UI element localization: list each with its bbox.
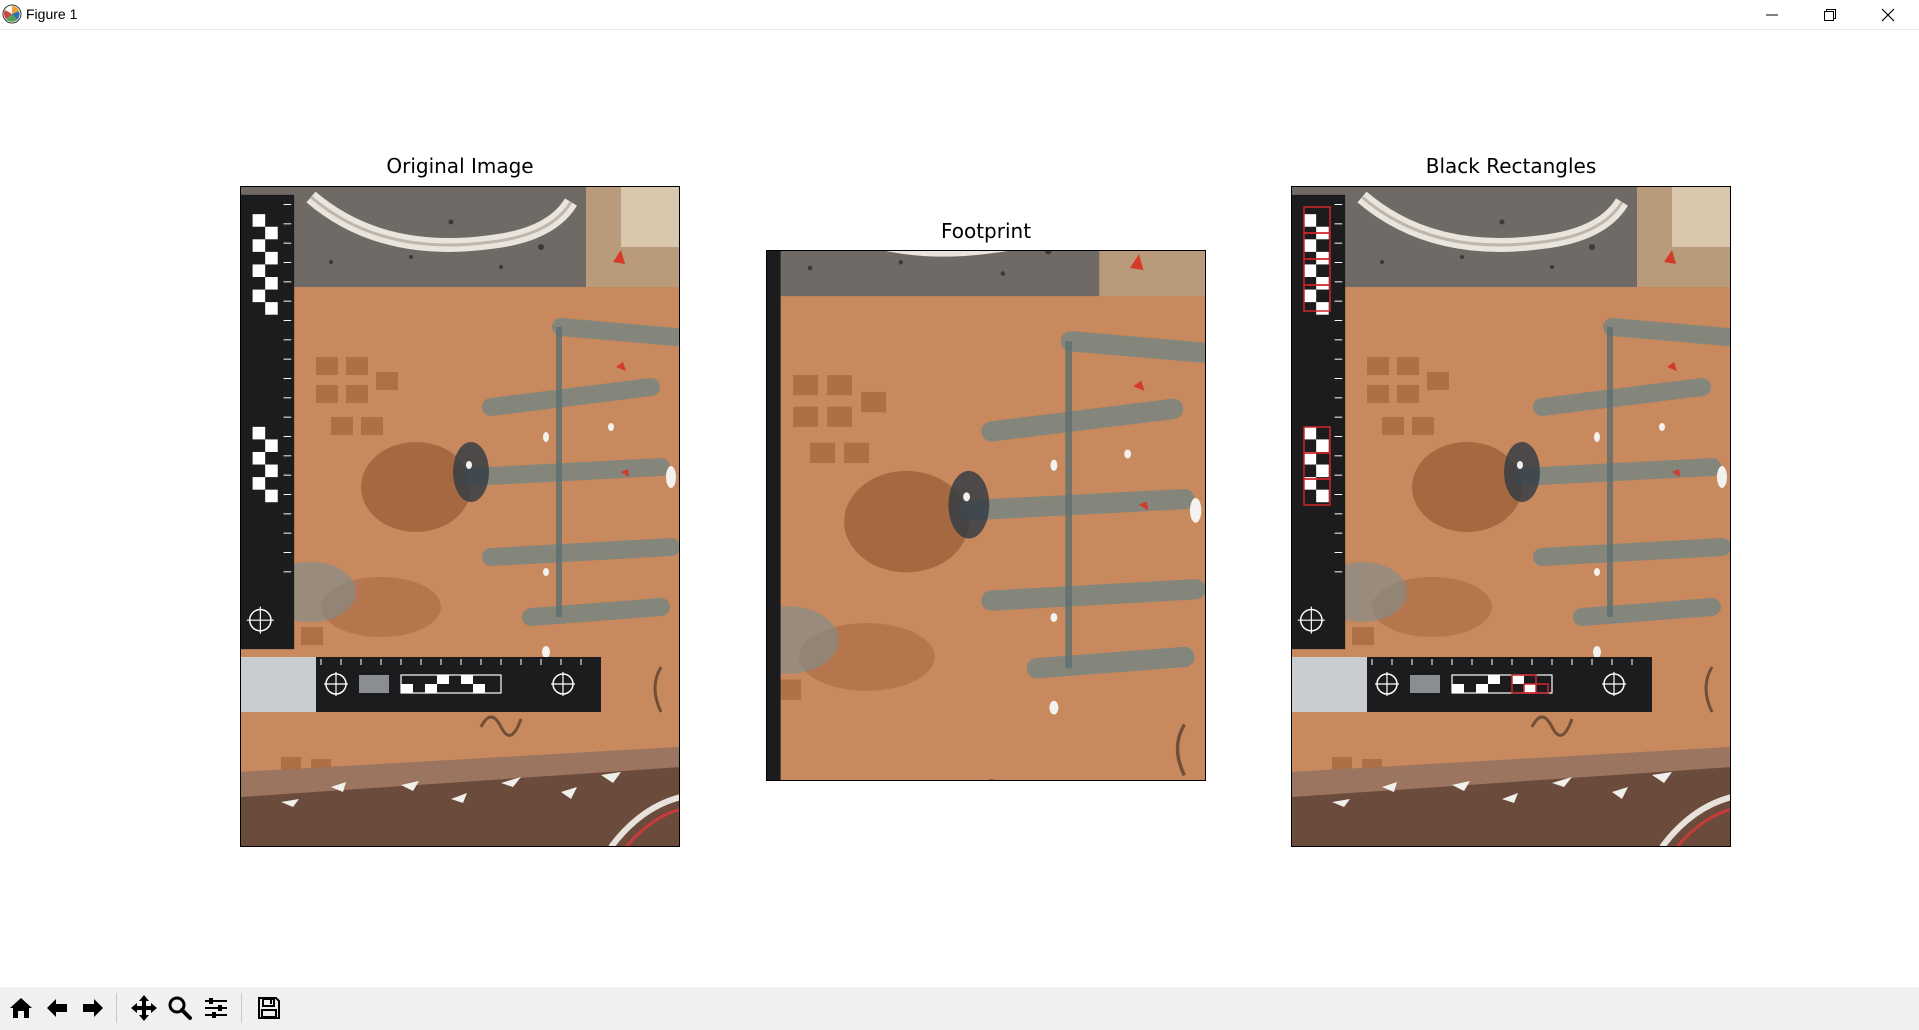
toolbar-separator xyxy=(241,993,242,1023)
window-titlebar: Figure 1 xyxy=(0,0,1919,30)
axes-title-original: Original Image xyxy=(386,154,534,178)
pan-button[interactable] xyxy=(127,991,161,1025)
back-icon xyxy=(47,999,67,1017)
figure-canvas[interactable]: Original Image Footprint Black Rectangle… xyxy=(0,30,1919,987)
matplotlib-logo-icon xyxy=(2,4,22,24)
save-button[interactable] xyxy=(252,991,286,1025)
home-button[interactable] xyxy=(4,991,38,1025)
zoom-button[interactable] xyxy=(163,991,197,1025)
back-button[interactable] xyxy=(40,991,74,1025)
minimize-icon xyxy=(1766,14,1778,15)
configure-subplots-icon xyxy=(205,998,227,1018)
footprint-image xyxy=(767,251,1206,780)
original-image xyxy=(241,187,680,847)
configure-subplots-button[interactable] xyxy=(199,991,233,1025)
forward-button[interactable] xyxy=(76,991,110,1025)
forward-icon xyxy=(83,999,103,1017)
restore-icon xyxy=(1824,8,1836,21)
axes-footprint[interactable] xyxy=(766,250,1206,781)
axes-original-image[interactable] xyxy=(240,186,680,847)
navigation-toolbar xyxy=(0,987,1919,1030)
save-icon xyxy=(258,997,280,1019)
axes-title-footprint: Footprint xyxy=(940,219,1032,243)
toolbar-separator xyxy=(116,993,117,1023)
close-button[interactable] xyxy=(1859,0,1917,29)
restore-button[interactable] xyxy=(1801,0,1859,29)
pan-icon xyxy=(131,995,157,1021)
axes-title-black-rectangles: Black Rectangles xyxy=(1425,154,1597,178)
home-icon xyxy=(10,998,32,1018)
black-rectangles-image xyxy=(1292,187,1731,847)
minimize-button[interactable] xyxy=(1743,0,1801,29)
axes-black-rectangles[interactable] xyxy=(1291,186,1731,847)
zoom-icon xyxy=(168,996,192,1020)
close-icon xyxy=(1881,8,1895,21)
window-title: Figure 1 xyxy=(26,6,78,22)
